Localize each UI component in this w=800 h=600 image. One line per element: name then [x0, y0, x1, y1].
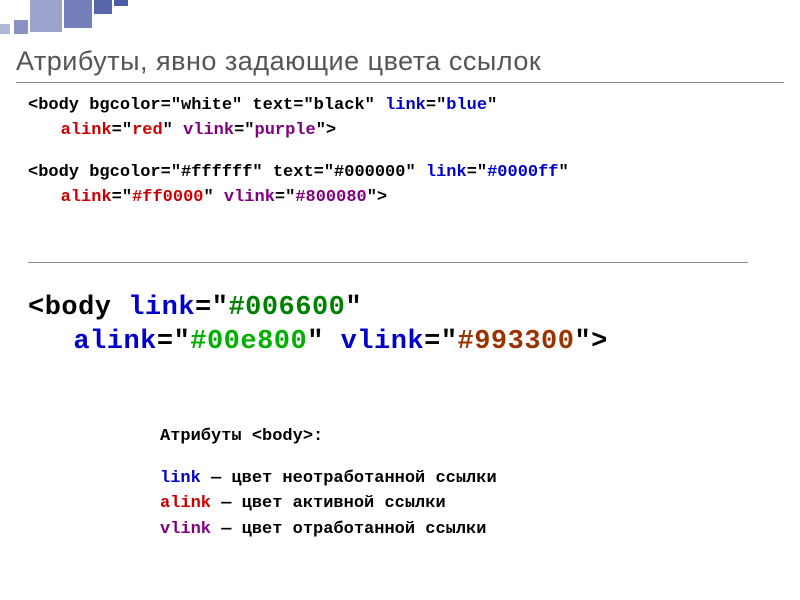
- attr-link: link: [128, 293, 195, 323]
- separator-line: [28, 262, 748, 263]
- code-text: <body bgcolor="white" text="black": [28, 96, 385, 115]
- attr-vlink-desc: — цвет отработанной ссылки: [211, 520, 486, 539]
- attr-link: link: [385, 96, 426, 115]
- code-text: =": [424, 327, 457, 357]
- code-text: =": [112, 121, 132, 140]
- value-red-hex: #ff0000: [132, 188, 203, 207]
- code-text: ": [559, 163, 569, 182]
- value-blue: blue: [446, 96, 487, 115]
- code-line: <body bgcolor="#ffffff" text="#000000" l…: [28, 161, 569, 186]
- code-text: ": [487, 96, 497, 115]
- code-text: ": [163, 121, 183, 140]
- attr-link: link: [426, 163, 467, 182]
- attr-alink-name: alink: [160, 494, 211, 513]
- attr-desc-line: link — цвет неотработанной ссылки: [160, 466, 497, 492]
- value-purple: purple: [255, 121, 316, 140]
- code-text: ": [203, 188, 223, 207]
- code-text: =": [195, 293, 228, 323]
- code-text: =": [467, 163, 487, 182]
- page-title: Атрибуты, явно задающие цвета ссылок: [16, 46, 541, 77]
- attr-vlink: vlink: [224, 188, 275, 207]
- code-text: <body bgcolor="#ffffff" text="#000000": [28, 163, 426, 182]
- attr-vlink: vlink: [183, 121, 234, 140]
- code-text: =": [234, 121, 254, 140]
- code-text: ">: [574, 327, 607, 357]
- code-text: ">: [367, 188, 387, 207]
- attr-alink: alink: [73, 327, 157, 357]
- attr-heading: Атрибуты <body>:: [160, 424, 497, 450]
- value-purple-hex: #800080: [295, 188, 366, 207]
- attr-desc-line: vlink — цвет отработанной ссылки: [160, 517, 497, 543]
- title-underline: [16, 82, 784, 83]
- code-line: alink="red" vlink="purple">: [28, 119, 569, 144]
- attribute-descriptions: Атрибуты <body>: link — цвет неотработан…: [160, 424, 497, 542]
- code-text: ": [307, 327, 340, 357]
- attr-vlink: vlink: [341, 327, 425, 357]
- code-text: =": [112, 188, 132, 207]
- code-text: ">: [316, 121, 336, 140]
- code-line: alink="#ff0000" vlink="#800080">: [28, 186, 569, 211]
- attr-vlink-name: vlink: [160, 520, 211, 539]
- code-line: <body bgcolor="white" text="black" link=…: [28, 94, 569, 119]
- code-example-large: <body link="#006600" alink="#00e800" vli…: [28, 292, 608, 360]
- code-text: =": [275, 188, 295, 207]
- value-green-hex: #006600: [228, 293, 345, 323]
- attr-desc-line: alink — цвет активной ссылки: [160, 491, 497, 517]
- value-red: red: [132, 121, 163, 140]
- code-line: <body link="#006600": [28, 292, 608, 326]
- attr-alink-desc: — цвет активной ссылки: [211, 494, 446, 513]
- decorative-squares: [0, 0, 160, 40]
- attr-alink: alink: [61, 121, 112, 140]
- code-text: <body: [28, 293, 128, 323]
- value-brown-hex: #993300: [458, 327, 575, 357]
- code-text: ": [345, 293, 362, 323]
- code-line: alink="#00e800" vlink="#993300">: [28, 326, 608, 360]
- code-text: =": [157, 327, 190, 357]
- code-example-small: <body bgcolor="white" text="black" link=…: [28, 94, 569, 211]
- attr-link-name: link: [160, 469, 201, 488]
- value-bright-green-hex: #00e800: [190, 327, 307, 357]
- code-text: =": [426, 96, 446, 115]
- attr-link-desc: — цвет неотработанной ссылки: [201, 469, 497, 488]
- attr-alink: alink: [61, 188, 112, 207]
- value-blue-hex: #0000ff: [487, 163, 558, 182]
